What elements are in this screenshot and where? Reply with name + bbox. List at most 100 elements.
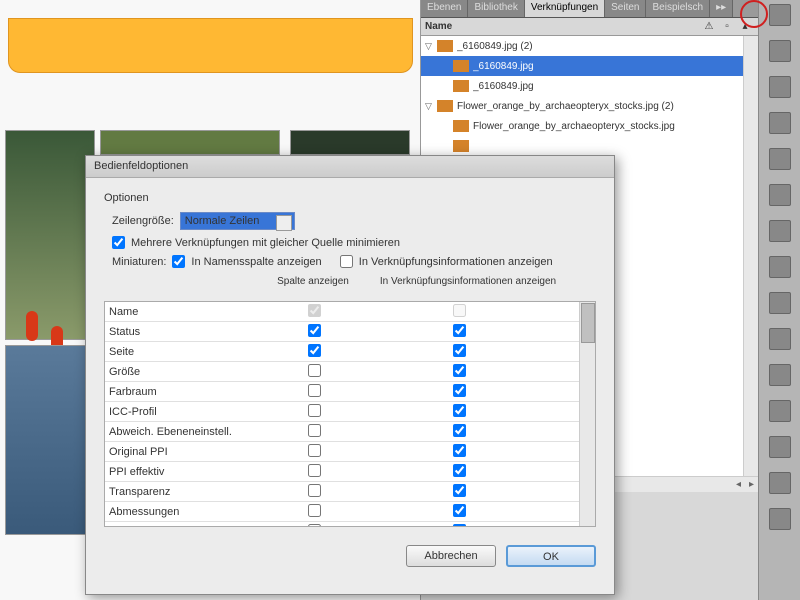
show-column-checkbox[interactable] [308,424,321,437]
link-thumbnail-icon [437,100,453,112]
warning-icon[interactable]: ⚠ [700,21,718,32]
dock-icon-align[interactable] [769,256,791,278]
option-label: Transparenz [109,486,259,498]
option-row: Original PPI [105,442,595,462]
show-info-checkbox[interactable] [453,364,466,377]
link-row[interactable]: ▽_6160849.jpg (2) [421,36,758,56]
show-info-checkbox[interactable] [453,404,466,417]
link-thumbnail-icon [453,60,469,72]
opt-header-show-info: In Verknüpfungsinformationen anzeigen [368,276,568,287]
show-column-checkbox[interactable] [308,384,321,397]
option-label: Original PPI [109,446,259,458]
link-thumbnail-icon [453,140,469,152]
minimize-label: Mehrere Verknüpfungen mit gleicher Quell… [131,237,400,249]
dock-icon-pathfind[interactable] [769,292,791,314]
option-row: Abmessungen [105,502,595,522]
option-row: Name [105,302,595,322]
show-column-checkbox[interactable] [308,444,321,457]
column-name[interactable]: Name [425,21,700,32]
show-column-checkbox[interactable] [308,464,321,477]
thumbs-info-checkbox[interactable] [340,255,353,268]
link-row[interactable]: ▽Flower_orange_by_archaeopteryx_stocks.j… [421,96,758,116]
placed-image-2[interactable] [100,130,280,155]
panel-tab-bar: Ebenen Bibliothek Verknüpfungen Seiten B… [421,0,758,18]
ok-button[interactable]: OK [506,545,596,567]
option-row: Skalieren [105,522,595,526]
show-info-checkbox[interactable] [453,344,466,357]
option-label: Name [109,306,259,318]
vertical-scrollbar[interactable] [743,36,758,476]
show-column-checkbox[interactable] [308,304,321,317]
link-name: Flower_orange_by_archaeopteryx_stocks.jp… [473,121,738,132]
link-row[interactable]: 3 [421,136,758,156]
show-column-checkbox[interactable] [308,364,321,377]
row-size-dropdown[interactable]: Normale Zeilen [180,212,295,230]
placed-image-4[interactable] [5,345,95,535]
link-row[interactable]: _6160849.jpg3 [421,56,758,76]
dock-icon-info[interactable] [769,436,791,458]
option-label: Farbraum [109,386,259,398]
option-label: Skalieren [109,526,259,527]
dock-icon-fx[interactable] [769,184,791,206]
dock-icon-pages[interactable] [769,364,791,386]
thumbs-name-checkbox[interactable] [172,255,185,268]
dock-icon-layers[interactable] [769,400,791,422]
placed-image-3[interactable] [290,130,410,155]
show-info-checkbox[interactable] [453,484,466,497]
show-info-checkbox[interactable] [453,424,466,437]
show-info-checkbox[interactable] [453,464,466,477]
show-info-checkbox[interactable] [453,444,466,457]
tab-seiten[interactable]: Seiten [605,0,646,17]
dock-icon-table[interactable] [769,328,791,350]
link-row[interactable]: Flower_orange_by_archaeopteryx_stocks.jp… [421,116,758,136]
option-label: Abmessungen [109,506,259,518]
show-info-checkbox[interactable] [453,304,466,317]
show-column-checkbox[interactable] [308,524,321,527]
tab-ebenen[interactable]: Ebenen [421,0,468,17]
minimize-checkbox[interactable] [112,236,125,249]
tree-toggle-icon[interactable]: ▽ [425,41,437,52]
dock-icon-trash[interactable] [769,508,791,530]
tab-beispiel[interactable]: Beispielsch [646,0,710,17]
dock-strip [758,0,800,600]
option-row: Seite [105,342,595,362]
show-info-checkbox[interactable] [453,384,466,397]
sort-icon[interactable]: ▴ [736,21,754,32]
opt-header-empty [108,276,258,287]
link-name: _6160849.jpg [473,81,738,92]
dock-icon-nav[interactable] [769,472,791,494]
show-column-checkbox[interactable] [308,324,321,337]
options-scrollbar[interactable] [579,302,595,526]
thumbs-label: Miniaturen: [112,256,166,268]
option-label: PPI effektiv [109,466,259,478]
show-column-checkbox[interactable] [308,344,321,357]
show-info-checkbox[interactable] [453,504,466,517]
dock-icon-library[interactable] [769,112,791,134]
options-table: NameStatusSeiteGrößeFarbraumICC-ProfilAb… [104,301,596,527]
link-thumbnail-icon [453,80,469,92]
opt-header-show-col: Spalte anzeigen [258,276,368,287]
page-icon[interactable]: ▫ [718,21,736,32]
show-info-checkbox[interactable] [453,524,466,527]
option-row: ICC-Profil [105,402,595,422]
dock-icon-links[interactable] [769,40,791,62]
dock-icon-swatch[interactable] [769,220,791,242]
dock-icon-mb[interactable] [769,148,791,170]
dock-icon-color[interactable] [769,4,791,26]
cancel-button[interactable]: Abbrechen [406,545,496,567]
show-column-checkbox[interactable] [308,504,321,517]
tree-toggle-icon[interactable]: ▽ [425,101,437,112]
link-row[interactable]: _6160849.jpg7 [421,76,758,96]
placed-image-1[interactable] [5,130,95,340]
option-row: Transparenz [105,482,595,502]
show-column-checkbox[interactable] [308,484,321,497]
tab-verknuepfungen[interactable]: Verknüpfungen [525,0,605,17]
show-column-checkbox[interactable] [308,404,321,417]
show-info-checkbox[interactable] [453,324,466,337]
option-row: Abweich. Ebeneneinstell. [105,422,595,442]
orange-frame[interactable] [8,18,413,73]
thumbs-name-label: In Namensspalte anzeigen [191,256,321,268]
dock-icon-stroke[interactable] [769,76,791,98]
tab-bibliothek[interactable]: Bibliothek [468,0,524,17]
tab-more[interactable]: ▸▸ [710,0,733,17]
